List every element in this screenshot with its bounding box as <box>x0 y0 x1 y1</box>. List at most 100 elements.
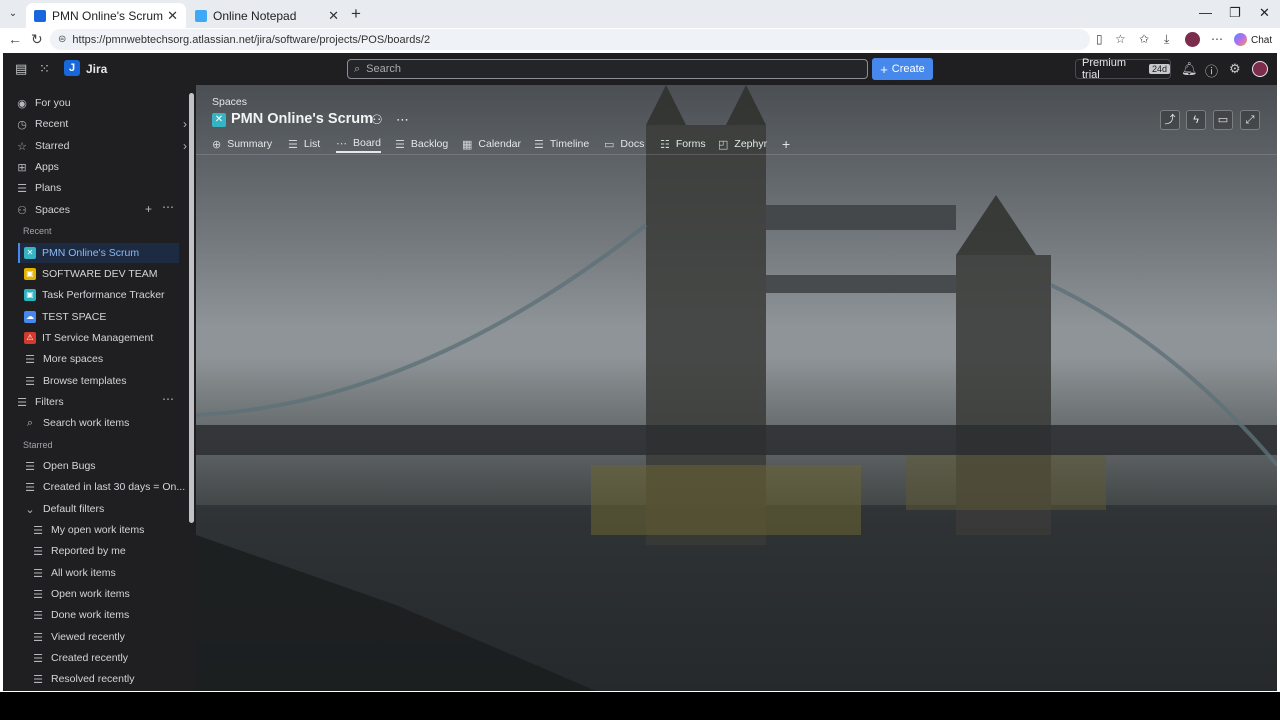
timeline-icon: ☰ <box>534 138 544 151</box>
reading-mode-icon[interactable]: ▯ <box>1096 32 1103 46</box>
list-icon: ☰ <box>288 138 298 151</box>
filter-icon: ☰ <box>33 652 43 665</box>
sidebar-item-plans[interactable]: ☰ Plans <box>15 178 195 198</box>
sidebar-scroll-thumb[interactable] <box>189 93 194 523</box>
filter-icon: ☰ <box>33 567 43 580</box>
browser-tab-notepad[interactable]: Online Notepad ✕ <box>187 3 347 28</box>
tab-summary[interactable]: ⊕ Summary <box>212 135 272 153</box>
address-bar[interactable]: ⊜ https://pmnwebtechsorg.atlassian.net/j… <box>50 29 1090 50</box>
tab-backlog[interactable]: ☰ Backlog <box>395 135 448 153</box>
sidebar-space-it-service-management[interactable]: ⚠ IT Service Management <box>24 328 196 348</box>
sidebar-toggle-icon[interactable]: ▤ <box>15 61 27 77</box>
filter-icon: ☰ <box>25 460 35 473</box>
minimize-icon[interactable]: — <box>1199 5 1212 20</box>
space-avatar-icon: ✕ <box>24 247 36 259</box>
starred-section-label: Starred <box>23 440 53 450</box>
bookmark-star-icon[interactable]: ☆ <box>1115 32 1126 46</box>
sidebar-item-recent[interactable]: ◷ Recent › <box>15 114 195 134</box>
sidebar-item-apps[interactable]: ⊞ Apps <box>15 157 195 177</box>
list-icon: ☰ <box>25 353 35 366</box>
sidebar-filter-reported-by-me[interactable]: ☰ Reported by me <box>31 541 196 561</box>
tab-title: Online Notepad <box>213 8 297 23</box>
site-info-icon[interactable]: ⊜ <box>58 34 66 45</box>
new-tab-plus-icon[interactable]: + <box>351 4 361 24</box>
notepad-favicon-icon <box>195 9 207 22</box>
team-icon[interactable]: ⚇ <box>371 112 383 128</box>
tab-forms[interactable]: ☷ Forms <box>660 135 706 153</box>
tab-title: PMN Online's Scrum - Backlog - Jira <box>52 8 163 23</box>
sidebar-space-software-dev-team[interactable]: ▣ SOFTWARE DEV TEAM <box>24 264 196 284</box>
user-avatar[interactable] <box>1252 61 1268 77</box>
sidebar-filter-all-work-items[interactable]: ☰ All work items <box>31 563 196 583</box>
close-tab-icon[interactable]: ✕ <box>167 8 178 24</box>
sidebar-filter-open-bugs[interactable]: ☰ Open Bugs <box>23 456 196 476</box>
window-close-icon[interactable]: ✕ <box>1259 5 1270 21</box>
filters-more-icon[interactable]: ⋯ <box>162 392 174 406</box>
filter-icon: ☰ <box>33 545 43 558</box>
jira-favicon-icon <box>34 9 46 22</box>
feedback-icon[interactable]: ▭ <box>1213 110 1233 130</box>
favorites-icon[interactable]: ✩ <box>1139 32 1149 46</box>
back-arrow-icon[interactable]: ← <box>8 31 22 47</box>
sidebar-search-work-items[interactable]: ⌕ Search work items <box>23 413 196 433</box>
browser-profile-avatar[interactable] <box>1185 32 1200 47</box>
sidebar-browse-templates[interactable]: ☰ Browse templates <box>23 371 196 391</box>
more-menu-icon[interactable]: ⋯ <box>1211 32 1223 46</box>
settings-gear-icon[interactable]: ⚙ <box>1229 61 1241 77</box>
sidebar-default-filters[interactable]: ⌄ Default filters <box>23 499 196 519</box>
space-avatar-icon: ▣ <box>24 289 36 301</box>
sidebar-more-spaces[interactable]: ☰More spaces› <box>23 349 196 369</box>
trial-days-badge: 24d <box>1148 64 1170 74</box>
sidebar-filter-done-work-items[interactable]: ☰ Done work items <box>31 605 196 625</box>
restore-icon[interactable]: ❐ <box>1229 5 1241 21</box>
browser-tab-jira[interactable]: PMN Online's Scrum - Backlog - Jira ✕ <box>26 3 186 28</box>
board-icon: ⋯ <box>336 137 347 150</box>
premium-trial-button[interactable]: Premium trial 24d <box>1075 57 1171 81</box>
sidebar-space-task-performance-tracker[interactable]: ▣ Task Performance Tracker <box>24 285 196 305</box>
search-input[interactable]: ⌕ Search <box>347 59 868 79</box>
add-space-plus-icon[interactable]: + <box>145 202 152 216</box>
tab-search-chevron-icon[interactable]: ⌄ <box>4 5 22 23</box>
reload-icon[interactable]: ↻ <box>31 31 43 48</box>
close-tab-icon[interactable]: ✕ <box>328 8 339 24</box>
help-icon[interactable]: ⓘ <box>1205 61 1218 80</box>
sidebar-filter-my-open[interactable]: ☰ My open work items <box>31 520 196 540</box>
tab-calendar[interactable]: ▦ Calendar <box>462 135 521 153</box>
tab-docs[interactable]: ▭ Docs <box>604 135 644 153</box>
sidebar-filter-open-work-items[interactable]: ☰ Open work items <box>31 584 196 604</box>
jira-logo-icon[interactable]: J <box>64 60 80 76</box>
breadcrumb-spaces[interactable]: Spaces <box>212 96 247 108</box>
app-switcher-icon[interactable]: ⁙ <box>39 61 50 77</box>
user-circle-icon: ◉ <box>17 97 27 110</box>
sidebar-item-for-you[interactable]: ◉ For you <box>15 93 195 113</box>
automation-lightning-icon[interactable]: ϟ <box>1186 110 1206 130</box>
sidebar-filter-resolved-recently[interactable]: ☰ Resolved recently <box>31 669 196 689</box>
spaces-more-icon[interactable]: ⋯ <box>162 200 174 214</box>
page-title: PMN Online's Scrum <box>231 111 374 127</box>
chat-button[interactable]: Chat <box>1234 33 1272 46</box>
search-placeholder: Search <box>366 63 402 75</box>
add-tab-plus-icon[interactable]: + <box>782 135 790 153</box>
create-button[interactable]: + Create <box>872 58 933 80</box>
notifications-bell-icon[interactable]: 🔔︎ <box>1181 61 1198 77</box>
project-more-icon[interactable]: ⋯ <box>396 112 409 128</box>
fullscreen-icon[interactable]: ⤢ <box>1240 110 1260 130</box>
sidebar-filter-created-last-30[interactable]: ☰ Created in last 30 days = On... <box>23 477 185 497</box>
filter-icon: ☰ <box>33 673 43 686</box>
docs-icon: ▭ <box>604 138 615 151</box>
share-icon[interactable]: ⤴ <box>1160 110 1180 130</box>
downloads-icon[interactable]: ⤓ <box>1164 32 1169 47</box>
tab-timeline[interactable]: ☰ Timeline <box>534 135 589 153</box>
sidebar-filter-created-recently[interactable]: ☰ Created recently <box>31 648 196 668</box>
tab-list[interactable]: ☰ List <box>288 135 320 153</box>
filter-icon: ☰ <box>33 524 43 537</box>
tab-board[interactable]: ⋯ Board <box>336 135 382 153</box>
sidebar-item-starred[interactable]: ☆ Starred › <box>15 136 195 156</box>
jira-app-name[interactable]: Jira <box>86 62 107 76</box>
sidebar-space-test-space[interactable]: ☁ TEST SPACE <box>24 307 196 327</box>
filter-icon: ☰ <box>17 396 27 409</box>
sidebar-filter-viewed-recently[interactable]: ☰ Viewed recently <box>31 627 196 647</box>
sidebar-space-pmn-online-scrum[interactable]: ✕ PMN Online's Scrum <box>18 243 179 263</box>
space-avatar-icon: ☁ <box>24 311 36 323</box>
tab-zephyr[interactable]: ◰ Zephyr <box>718 135 767 153</box>
